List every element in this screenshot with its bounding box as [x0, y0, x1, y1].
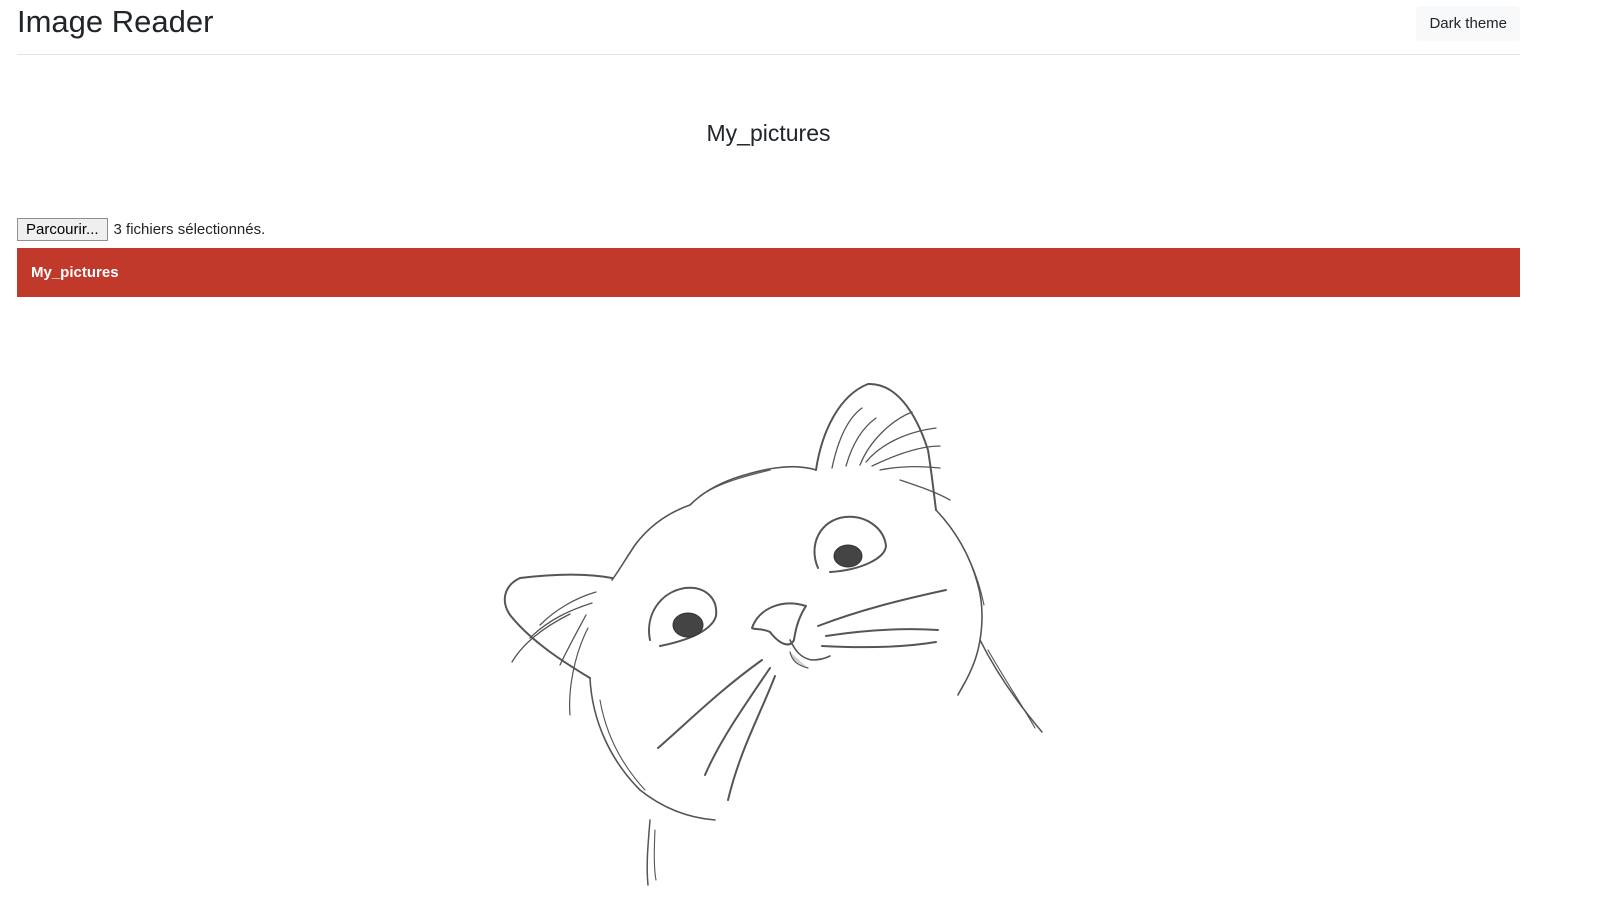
image-viewer [17, 297, 1520, 903]
folder-header-bar[interactable]: My_pictures [17, 248, 1520, 297]
file-input: Parcourir... 3 fichiers sélectionnés. [17, 217, 265, 241]
browse-button[interactable]: Parcourir... [17, 217, 108, 241]
file-selection-status: 3 fichiers sélectionnés. [113, 220, 266, 238]
dark-theme-button[interactable]: Dark theme [1416, 6, 1520, 41]
page: Image Reader Dark theme My_pictures Parc… [0, 0, 1603, 903]
cat-sketch-image[interactable] [17, 297, 1520, 903]
header: Image Reader Dark theme [17, 0, 1520, 55]
app-title: Image Reader [17, 4, 214, 39]
folder-bar-label: My_pictures [31, 264, 119, 281]
folder-title: My_pictures [706, 120, 831, 146]
